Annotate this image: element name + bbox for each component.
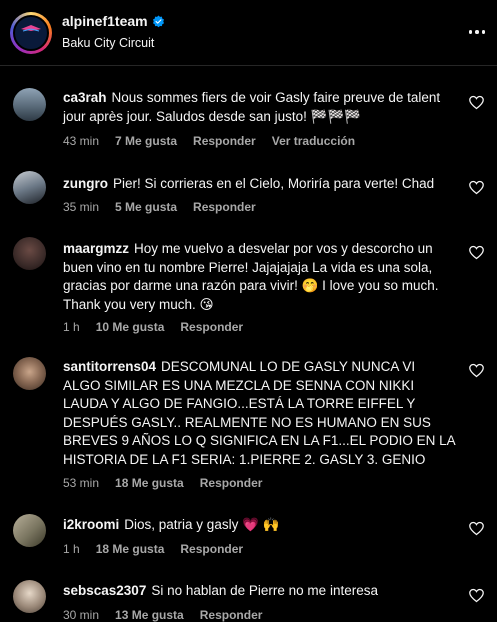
comment-meta: 53 min 18 Me gusta Responder: [63, 476, 262, 490]
comment-meta: 43 min 7 Me gusta Responder Ver traducci…: [63, 134, 355, 148]
comment-username[interactable]: i2kroomi: [63, 517, 119, 532]
reply-button[interactable]: Responder: [180, 542, 243, 556]
avatar[interactable]: [13, 237, 46, 270]
alpine-logo: [13, 15, 49, 51]
account-avatar[interactable]: [10, 12, 52, 54]
alpine-logo-icon: [21, 25, 41, 32]
comment-likes[interactable]: 18 Me gusta: [96, 542, 165, 556]
comment-text: Nous sommes fiers de voir Gasly faire pr…: [63, 90, 441, 124]
heart-icon[interactable]: [468, 362, 485, 379]
comment-meta: 35 min 5 Me gusta Responder: [63, 200, 256, 214]
comment-likes[interactable]: 13 Me gusta: [115, 608, 184, 622]
reply-button[interactable]: Responder: [200, 608, 263, 622]
comment-username[interactable]: ca3rah: [63, 90, 107, 105]
comment-text: Pier! Si corrieras en el Cielo, Moriría …: [113, 176, 435, 191]
comment-meta: 1 h 10 Me gusta Responder: [63, 320, 243, 334]
heart-icon[interactable]: [468, 587, 485, 604]
comment-likes[interactable]: 5 Me gusta: [115, 200, 177, 214]
comment-likes[interactable]: 7 Me gusta: [115, 134, 177, 148]
account-row: alpinef1team: [62, 13, 165, 29]
verified-badge-icon: [152, 15, 164, 27]
comment-time: 30 min: [63, 608, 100, 622]
heart-icon[interactable]: [468, 244, 485, 261]
comment-text: Dios, patria y gasly 💗 🙌: [124, 517, 280, 532]
reply-button[interactable]: Responder: [180, 320, 243, 334]
heart-icon[interactable]: [468, 520, 485, 537]
more-options-icon[interactable]: [462, 22, 492, 42]
avatar[interactable]: [13, 88, 46, 121]
comment-meta: 1 h 18 Me gusta Responder: [63, 542, 243, 556]
comment-time: 53 min: [63, 476, 100, 490]
account-name[interactable]: alpinef1team: [62, 13, 148, 29]
comment-meta: 30 min 13 Me gusta Responder: [63, 608, 262, 622]
reply-button[interactable]: Responder: [200, 476, 263, 490]
translate-button[interactable]: Ver traducción: [272, 134, 355, 148]
comment-time: 35 min: [63, 200, 100, 214]
post-header: alpinef1team Baku City Circuit: [0, 0, 497, 66]
comment-text: Si no hablan de Pierre no me interesa: [151, 583, 378, 598]
comment-username[interactable]: zungro: [63, 176, 108, 191]
comment-time: 1 h: [63, 542, 80, 556]
avatar[interactable]: [13, 580, 46, 613]
avatar[interactable]: [13, 171, 46, 204]
avatar[interactable]: [13, 514, 46, 547]
heart-icon[interactable]: [468, 94, 485, 111]
avatar[interactable]: [13, 357, 46, 390]
comment-username[interactable]: sebscas2307: [63, 583, 146, 598]
comment-time: 43 min: [63, 134, 100, 148]
comment-time: 1 h: [63, 320, 80, 334]
comment-likes[interactable]: 18 Me gusta: [115, 476, 184, 490]
reply-button[interactable]: Responder: [193, 200, 256, 214]
comment-likes[interactable]: 10 Me gusta: [96, 320, 165, 334]
post-location[interactable]: Baku City Circuit: [62, 36, 154, 50]
heart-icon[interactable]: [468, 179, 485, 196]
comment-username[interactable]: santitorrens04: [63, 359, 156, 374]
comment-text: DESCOMUNAL LO DE GASLY NUNCA VI ALGO SIM…: [63, 359, 455, 467]
comment-username[interactable]: maargmzz: [63, 241, 129, 256]
reply-button[interactable]: Responder: [193, 134, 256, 148]
